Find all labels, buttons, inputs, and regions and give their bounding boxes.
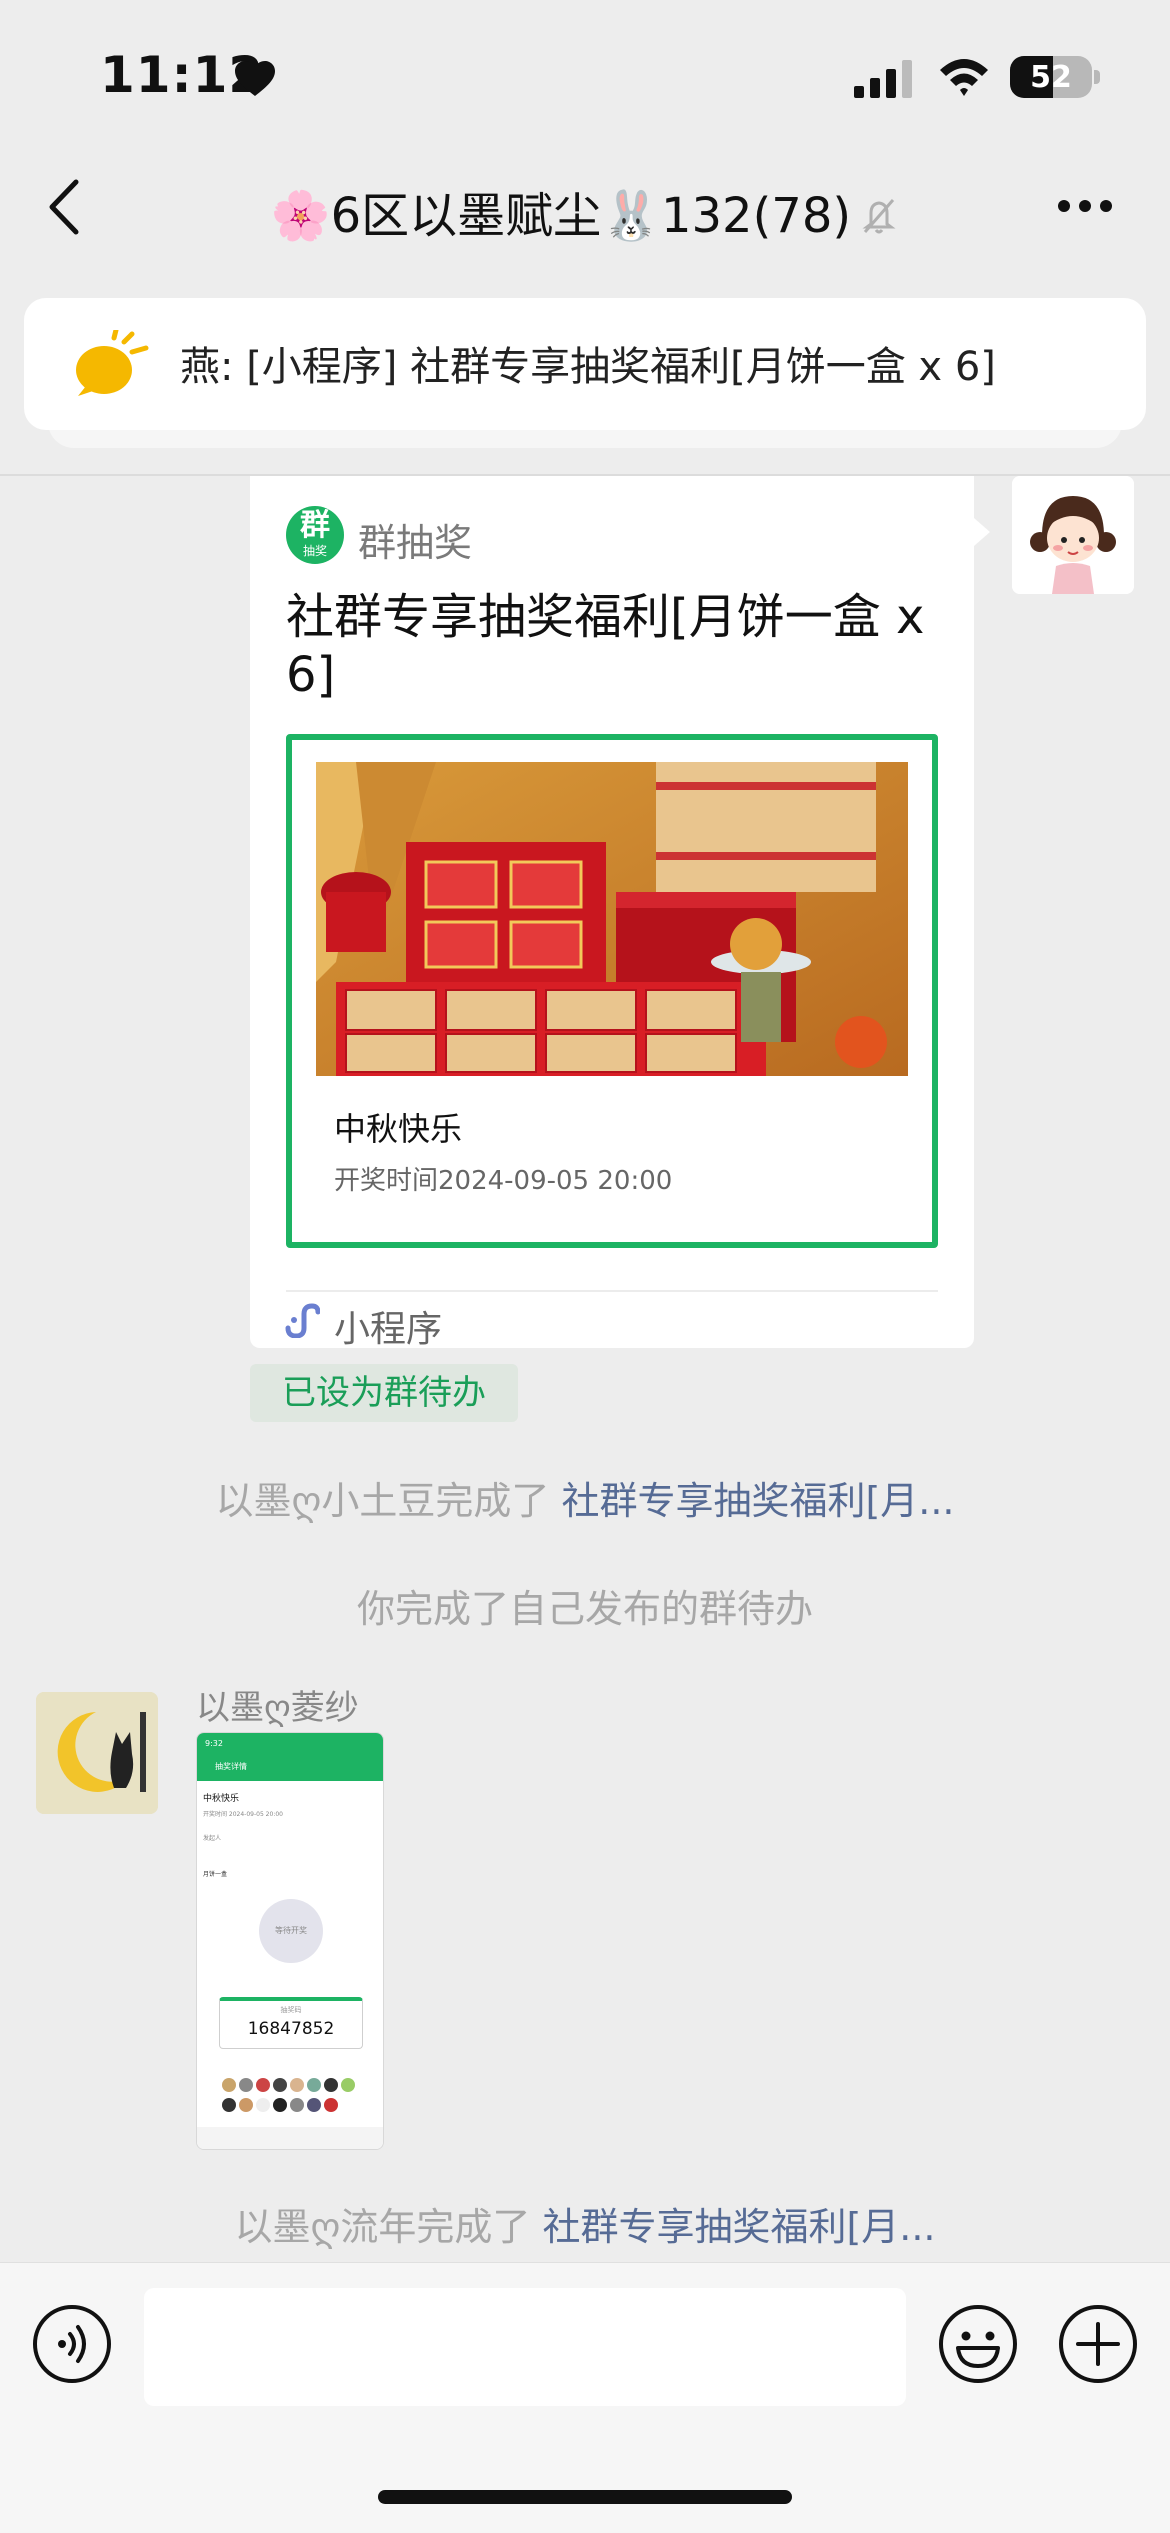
- mute-bell-icon: [862, 199, 896, 234]
- todo-link[interactable]: 社群专享抽奖福利[月...: [561, 1479, 954, 1523]
- prize-name: 中秋快乐: [334, 1110, 463, 1148]
- system-message-self-completed: 你完成了自己发布的群待办: [356, 1587, 813, 1631]
- todo-link[interactable]: 社群专享抽奖福利[月...: [542, 2205, 935, 2249]
- screenshot-nav-bar: [197, 2127, 383, 2149]
- moon-cat-avatar-icon: [36, 1692, 158, 1814]
- battery-cap: [1094, 70, 1100, 84]
- emoji-icon[interactable]: [938, 2304, 1018, 2384]
- screenshot-code-box: 抽奖码 16847852: [219, 1997, 363, 2049]
- chat-title[interactable]: 🌸6区以墨赋尘🐰132(78): [0, 176, 1170, 246]
- screenshot-section: 月饼一盒: [203, 1871, 228, 1878]
- screenshot-wait-button: 等待开奖: [259, 1899, 323, 1963]
- card-footer-divider: [286, 1290, 938, 1292]
- lottery-app-logo: 群 抽奖: [286, 506, 344, 564]
- cartoon-girl-avatar-icon: [1012, 476, 1134, 594]
- sender-avatar[interactable]: [36, 1692, 158, 1814]
- screenshot-participant-avatars: [222, 2078, 355, 2112]
- screenshot-initiator: 发起人: [203, 1835, 222, 1842]
- my-avatar[interactable]: [1012, 476, 1134, 594]
- system-message-completed-2: 以墨ღ流年完成了 社群专享抽奖福利[月...: [0, 2196, 1170, 2251]
- bubble-tail: [974, 518, 990, 546]
- logo-sub-text: 抽奖: [302, 544, 327, 558]
- logo-main-char: 群: [300, 508, 330, 543]
- screenshot-lottery-code: 16847852: [247, 2019, 335, 2039]
- chat-title-text: 🌸6区以墨赋尘🐰132(78): [270, 188, 852, 244]
- mini-program-name: 群抽奖: [358, 521, 473, 565]
- system-message-actor: 以墨ღ小土豆完成了: [215, 1479, 562, 1523]
- battery-percent: 52: [1030, 60, 1072, 95]
- announcement-speaker-icon: [76, 330, 149, 396]
- heart-icon: [235, 61, 275, 96]
- battery-indicator: 52: [1010, 56, 1092, 98]
- mini-program-label: 小程序: [334, 1309, 443, 1350]
- screenshot-header: [197, 1733, 383, 1781]
- system-message-completed-1: 以墨ღ小土豆完成了 社群专享抽奖福利[月...: [0, 1470, 1170, 1525]
- screenshot-header-title: 抽奖详情: [215, 1762, 247, 1771]
- group-todo-tag[interactable]: 已设为群待办: [250, 1364, 518, 1422]
- mooncake-gift-image: [316, 762, 908, 1076]
- screenshot-status-time: 9:32: [205, 1739, 223, 1748]
- plus-more-icon[interactable]: [1058, 2304, 1138, 2384]
- home-indicator[interactable]: [378, 2490, 792, 2504]
- sender-name: 以墨ღ菱纱: [196, 1688, 359, 1728]
- pinned-message-text: 燕: [小程序] 社群专享抽奖福利[月饼一盒 x 6]: [180, 344, 996, 390]
- message-input[interactable]: [144, 2288, 906, 2406]
- screenshot-subtitle: 开奖时间 2024-09-05 20:00: [203, 1811, 283, 1818]
- screenshot-title: 中秋快乐: [203, 1794, 240, 1804]
- draw-time: 开奖时间2024-09-05 20:00: [334, 1166, 673, 1196]
- screenshot-code-label: 抽奖码: [280, 2006, 302, 2014]
- screenshot-image[interactable]: 9:32 抽奖详情 中秋快乐 开奖时间 2024-09-05 20:00 发起人…: [196, 1732, 384, 2150]
- cellular-signal-icon: [854, 60, 912, 98]
- system-message-actor: 以墨ღ流年完成了: [234, 2205, 543, 2249]
- more-options-icon[interactable]: [1056, 198, 1114, 214]
- voice-input-icon[interactable]: [32, 2304, 112, 2384]
- mini-program-link-icon: [285, 1303, 320, 1338]
- card-title: 社群专享抽奖福利[月饼一盒 x 6]: [286, 589, 925, 703]
- wifi-icon: [940, 59, 988, 96]
